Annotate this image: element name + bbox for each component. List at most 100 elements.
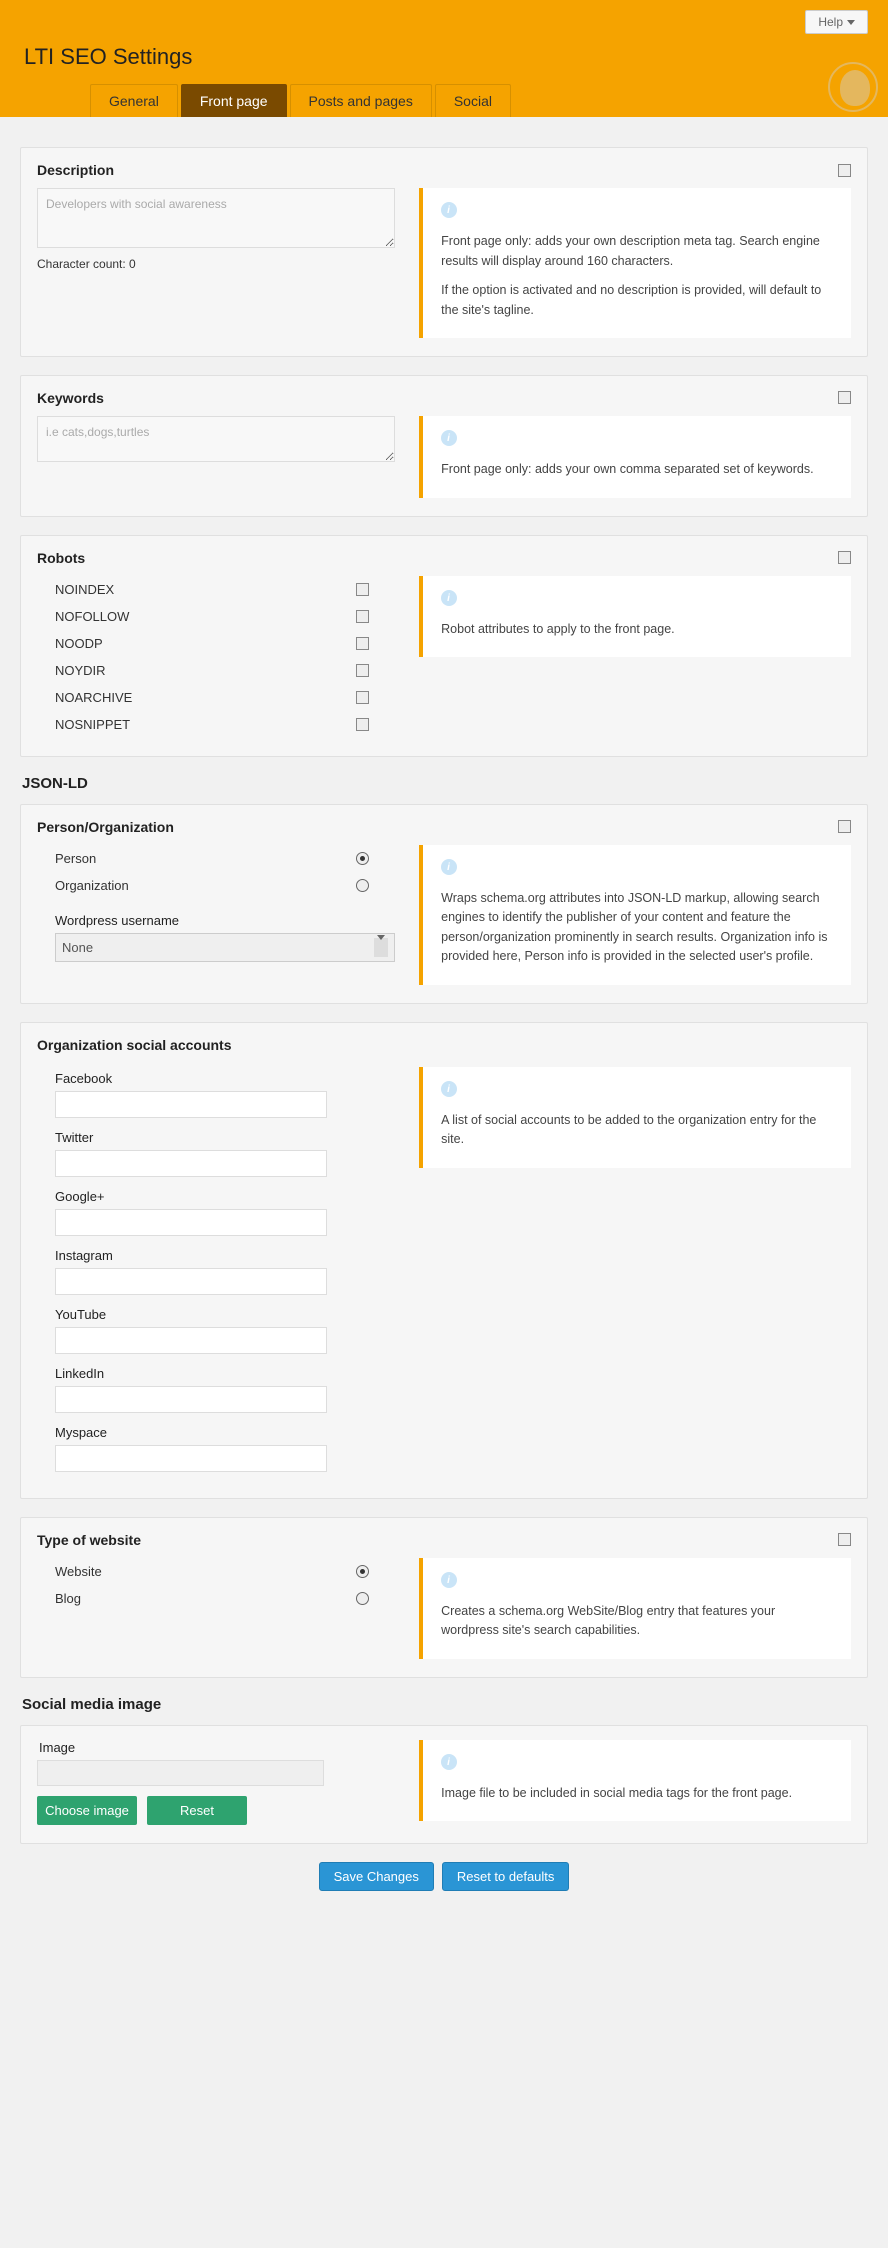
robot-label: NOINDEX	[55, 582, 114, 597]
robot-row-noarchive: NOARCHIVE	[37, 684, 395, 711]
robot-checkbox-noarchive[interactable]	[356, 691, 369, 704]
tab-posts-pages[interactable]: Posts and pages	[290, 84, 432, 117]
info-text: Front page only: adds your own descripti…	[441, 232, 833, 271]
info-text: If the option is activated and no descri…	[441, 281, 833, 320]
keywords-info: Front page only: adds your own comma sep…	[419, 416, 851, 498]
tab-general[interactable]: General	[90, 84, 178, 117]
robot-checkbox-nofollow[interactable]	[356, 610, 369, 623]
po-title: Person/Organization	[37, 819, 174, 835]
robots-enable-checkbox[interactable]	[838, 551, 851, 564]
description-enable-checkbox[interactable]	[838, 164, 851, 177]
tab-social[interactable]: Social	[435, 84, 511, 117]
panel-website-type: Type of website Website Blog Creates a s…	[20, 1517, 868, 1678]
robot-label: NOYDIR	[55, 663, 106, 678]
info-text: Creates a schema.org WebSite/Blog entry …	[441, 1602, 833, 1641]
robot-checkbox-noydir[interactable]	[356, 664, 369, 677]
panel-person-org: Person/Organization Person Organization …	[20, 804, 868, 1004]
social-label-linkedin: LinkedIn	[55, 1366, 395, 1381]
reset-defaults-button[interactable]: Reset to defaults	[442, 1862, 570, 1891]
po-person-radio[interactable]	[356, 852, 369, 865]
panel-keywords: Keywords Front page only: adds your own …	[20, 375, 868, 517]
logo-watermark	[828, 62, 878, 112]
info-text: Front page only: adds your own comma sep…	[441, 460, 833, 479]
org-social-info: A list of social accounts to be added to…	[419, 1067, 851, 1168]
panel-smi: Image Choose image Reset Image file to b…	[20, 1725, 868, 1844]
social-label-myspace: Myspace	[55, 1425, 395, 1440]
chevron-down-icon	[377, 935, 385, 955]
description-charcount: Character count: 0	[37, 257, 395, 271]
social-label-instagram: Instagram	[55, 1248, 395, 1263]
panel-org-social: Organization social accounts Facebook Tw…	[20, 1022, 868, 1499]
type-row-blog: Blog	[37, 1585, 395, 1612]
social-input-linkedin[interactable]	[55, 1386, 327, 1413]
type-blog-radio[interactable]	[356, 1592, 369, 1605]
info-text: Image file to be included in social medi…	[441, 1784, 833, 1803]
smi-image-label: Image	[39, 1740, 395, 1755]
social-label-facebook: Facebook	[55, 1071, 395, 1086]
social-input-twitter[interactable]	[55, 1150, 327, 1177]
panel-description: Description Character count: 0 Front pag…	[20, 147, 868, 357]
description-info: Front page only: adds your own descripti…	[419, 188, 851, 338]
keywords-title: Keywords	[37, 390, 104, 406]
robot-checkbox-nosnippet[interactable]	[356, 718, 369, 731]
po-org-radio[interactable]	[356, 879, 369, 892]
smi-info: Image file to be included in social medi…	[419, 1740, 851, 1822]
robot-checkbox-noindex[interactable]	[356, 583, 369, 596]
info-icon	[441, 1754, 457, 1770]
type-enable-checkbox[interactable]	[838, 1533, 851, 1546]
type-info: Creates a schema.org WebSite/Blog entry …	[419, 1558, 851, 1659]
smi-title: Social media image	[22, 1696, 868, 1713]
keywords-enable-checkbox[interactable]	[838, 391, 851, 404]
po-enable-checkbox[interactable]	[838, 820, 851, 833]
select-value: None	[62, 940, 93, 955]
social-input-facebook[interactable]	[55, 1091, 327, 1118]
description-textarea[interactable]	[37, 188, 395, 248]
social-label-youtube: YouTube	[55, 1307, 395, 1322]
save-changes-button[interactable]: Save Changes	[319, 1862, 434, 1891]
robot-label: NOODP	[55, 636, 103, 651]
robot-label: NOFOLLOW	[55, 609, 129, 624]
keywords-textarea[interactable]	[37, 416, 395, 462]
wp-username-label: Wordpress username	[55, 913, 395, 928]
robots-title: Robots	[37, 550, 85, 566]
po-row-person: Person	[37, 845, 395, 872]
description-title: Description	[37, 162, 114, 178]
page-title: LTI SEO Settings	[20, 38, 868, 84]
social-input-instagram[interactable]	[55, 1268, 327, 1295]
social-label-twitter: Twitter	[55, 1130, 395, 1145]
info-text: Wraps schema.org attributes into JSON-LD…	[441, 889, 833, 967]
smi-image-display	[37, 1760, 324, 1786]
po-org-label: Organization	[55, 878, 129, 893]
type-title: Type of website	[37, 1532, 141, 1548]
robot-row-noodp: NOODP	[37, 630, 395, 657]
robot-row-nofollow: NOFOLLOW	[37, 603, 395, 630]
social-input-googleplus[interactable]	[55, 1209, 327, 1236]
social-input-myspace[interactable]	[55, 1445, 327, 1472]
tab-front-page[interactable]: Front page	[181, 84, 287, 117]
info-icon	[441, 859, 457, 875]
info-icon	[441, 430, 457, 446]
chevron-down-icon	[847, 20, 855, 25]
social-input-youtube[interactable]	[55, 1327, 327, 1354]
robot-row-nosnippet: NOSNIPPET	[37, 711, 395, 738]
info-text: Robot attributes to apply to the front p…	[441, 620, 833, 639]
reset-image-button[interactable]: Reset	[147, 1796, 247, 1825]
help-button[interactable]: Help	[805, 10, 868, 34]
panel-robots: Robots NOINDEX NOFOLLOW NOODP NOYDIR NOA…	[20, 535, 868, 757]
robot-checkbox-noodp[interactable]	[356, 637, 369, 650]
robots-info: Robot attributes to apply to the front p…	[419, 576, 851, 658]
help-label: Help	[818, 15, 843, 29]
robot-label: NOARCHIVE	[55, 690, 132, 705]
po-person-label: Person	[55, 851, 96, 866]
po-row-org: Organization	[37, 872, 395, 899]
robot-row-noydir: NOYDIR	[37, 657, 395, 684]
type-website-radio[interactable]	[356, 1565, 369, 1578]
type-row-website: Website	[37, 1558, 395, 1585]
choose-image-button[interactable]: Choose image	[37, 1796, 137, 1825]
social-label-googleplus: Google+	[55, 1189, 395, 1204]
info-text: A list of social accounts to be added to…	[441, 1111, 833, 1150]
robot-label: NOSNIPPET	[55, 717, 130, 732]
type-website-label: Website	[55, 1564, 102, 1579]
wp-username-select[interactable]: None	[55, 933, 395, 962]
jsonld-title: JSON-LD	[22, 775, 868, 792]
